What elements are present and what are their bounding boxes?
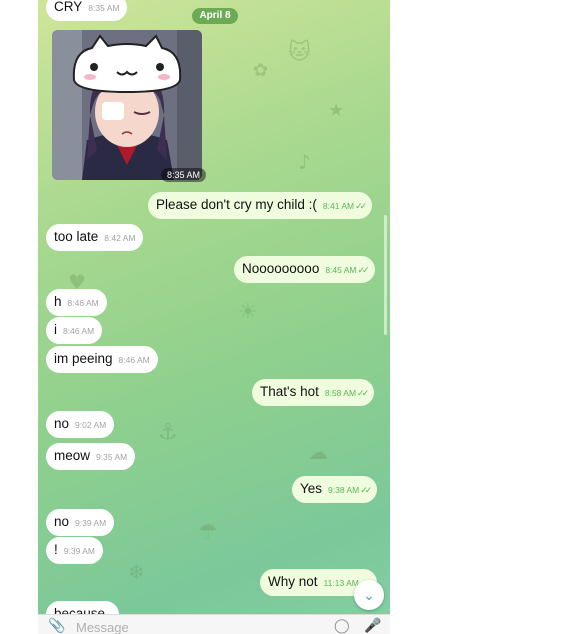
message-text: CRY [54, 0, 83, 14]
message-time: 8:41 AM [322, 201, 355, 211]
doodle-cat-icon: 🐱 [288, 40, 311, 65]
message-bubble-incoming[interactable]: no 9:39 AM [46, 509, 115, 536]
photo-message[interactable] [52, 30, 202, 180]
message-text: h [54, 294, 62, 309]
message-time: 9:35 AM [96, 452, 128, 462]
message-bubble-incoming[interactable]: CRY 8:35 AM [46, 0, 128, 21]
read-checkmark-icon: ✓✓ [357, 265, 370, 275]
message-time: 9:02 AM [75, 420, 107, 430]
read-checkmark-icon: ✓✓ [357, 388, 369, 398]
chat-background: 🐱 ✿ ★ ♪ ♥ ☀ ⚓ ☁ ☂ ❄ CRY8:35 AM April 8 [38, 0, 390, 634]
read-checkmark-icon: ✓✓ [355, 201, 367, 211]
sticker-icon[interactable]: ◯ [334, 617, 350, 634]
doodle-flower-icon: ✿ [253, 60, 269, 81]
message-time: 8:58 AM [324, 388, 357, 398]
message-bubble-incoming[interactable]: im peeing 8:46 AM [46, 346, 158, 373]
scrollbar-thumb[interactable] [384, 215, 387, 335]
anime-girl-image [52, 30, 202, 180]
doodle-star-icon: ★ [328, 100, 345, 121]
message-text: Yes [300, 481, 323, 496]
message-time: 8:46 AM [63, 326, 95, 336]
message-bubble-incoming[interactable]: no 9:02 AM [46, 411, 115, 438]
message-time: 8:45 AM [325, 265, 357, 275]
message-time: 8:46 AM [118, 355, 150, 365]
message-text: too late [54, 229, 99, 244]
microphone-icon[interactable]: 🎤 [364, 617, 381, 634]
message-text: meow [54, 448, 91, 463]
message-text: no [54, 514, 70, 529]
message-text: That's hot [260, 384, 319, 399]
message-bubble-outgoing[interactable]: Yes 9:38 AM✓✓ [292, 476, 378, 503]
message-time: 9:39 AM [63, 546, 95, 556]
message-text: Nooooooooo [242, 261, 320, 276]
scroll-down-button[interactable]: ⌄ [354, 580, 384, 610]
message-bubble-outgoing[interactable]: That's hot 8:58 AM✓✓ [252, 379, 375, 406]
paperclip-icon[interactable]: 📎 [48, 617, 65, 634]
message-bubble-incoming[interactable]: h 8:46 AM [46, 289, 107, 316]
message-text: ! [54, 542, 58, 557]
message-input[interactable] [74, 618, 308, 634]
doodle-snowflake-icon: ❄ [128, 560, 145, 584]
date-pill: April 8 [192, 8, 238, 24]
message-text: no [54, 416, 70, 431]
message-time: 11:13 AM [323, 578, 359, 588]
message-input-bar: 📎 ◯ 🎤 [38, 614, 390, 634]
message-bubble-outgoing[interactable]: Please don't cry my child :( 8:41 AM✓✓ [148, 192, 373, 219]
read-checkmark-icon: ✓✓ [360, 485, 372, 495]
message-time: 9:38 AM [328, 485, 360, 495]
doodle-umbrella-icon: ☂ [198, 520, 218, 545]
message-time: 9:39 AM [75, 518, 107, 528]
doodle-gift-icon: ♪ [298, 150, 311, 174]
message-text: Please don't cry my child :( [156, 197, 317, 212]
doodle-planet-icon: ☀ [238, 300, 258, 325]
message-text: i [54, 322, 57, 337]
chevron-down-icon: ⌄ [363, 587, 375, 603]
message-bubble-incoming[interactable]: too late 8:42 AM [46, 224, 144, 251]
message-bubble-outgoing[interactable]: Nooooooooo 8:45 AM✓✓ [234, 256, 375, 283]
doodle-anchor-icon: ⚓ [158, 420, 178, 445]
message-time: 8:35 AM [88, 3, 120, 13]
message-text: im peeing [54, 351, 113, 366]
message-bubble-incoming[interactable]: ! 9:39 AM [46, 537, 103, 564]
message-text: Why not [268, 574, 318, 589]
message-bubble-incoming[interactable]: i 8:46 AM [46, 317, 103, 344]
photo-time: 8:35 AM [161, 168, 207, 182]
message-time: 8:46 AM [67, 298, 99, 308]
doodle-cloud-icon: ☁ [308, 440, 328, 464]
message-time: 8:42 AM [104, 233, 136, 243]
message-bubble-incoming[interactable]: meow 9:35 AM [46, 443, 136, 470]
